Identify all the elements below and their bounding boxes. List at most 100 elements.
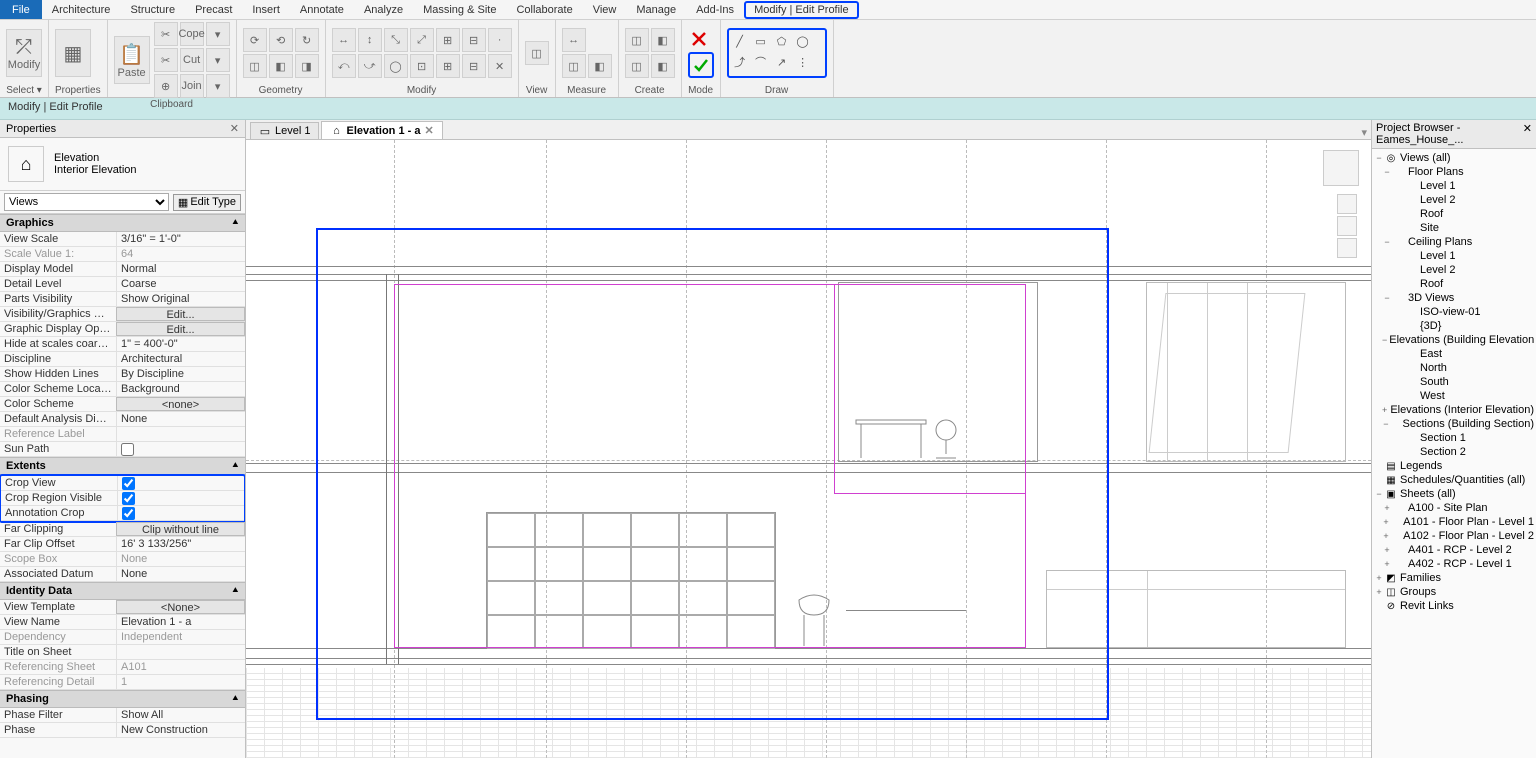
document-tab[interactable]: ⌂Elevation 1 - a✕ xyxy=(321,121,442,139)
ribbon-button[interactable]: ▾ xyxy=(206,22,230,46)
menu-tab[interactable]: Modify | Edit Profile xyxy=(744,1,859,19)
tree-item[interactable]: Section 2 xyxy=(1372,445,1536,459)
annotation-crop[interactable] xyxy=(316,228,1109,720)
property-value[interactable]: New Construction xyxy=(116,723,245,737)
tree-expander-icon[interactable]: − xyxy=(1382,419,1390,429)
ribbon-button[interactable]: ✂ xyxy=(154,48,178,72)
tree-item[interactable]: −◎Views (all) xyxy=(1372,151,1536,165)
tree-expander-icon[interactable]: + xyxy=(1382,559,1392,569)
property-row[interactable]: Referencing SheetA101 xyxy=(0,660,245,675)
tree-expander-icon[interactable]: − xyxy=(1374,489,1384,499)
property-value[interactable]: 16' 3 133/256" xyxy=(116,537,245,551)
property-row[interactable]: Crop Region Visible xyxy=(1,491,244,506)
menu-tab[interactable]: Structure xyxy=(120,1,185,19)
tree-item[interactable]: +◫Groups xyxy=(1372,585,1536,599)
ribbon-button[interactable]: ⟲ xyxy=(269,28,293,52)
steering-wheel-icon[interactable] xyxy=(1337,216,1357,236)
property-value[interactable] xyxy=(116,442,245,456)
property-value[interactable]: None xyxy=(116,552,245,566)
property-value[interactable]: By Discipline xyxy=(116,367,245,381)
property-value[interactable] xyxy=(116,427,245,441)
property-row[interactable]: Scale Value 1:64 xyxy=(0,247,245,262)
property-value[interactable]: None xyxy=(116,412,245,426)
property-value[interactable] xyxy=(116,645,245,659)
tree-item[interactable]: ⊘Revit Links xyxy=(1372,599,1536,613)
tree-item[interactable]: Roof xyxy=(1372,277,1536,291)
tree-item[interactable]: Roof xyxy=(1372,207,1536,221)
ribbon-button[interactable]: ◨ xyxy=(295,54,319,78)
property-value[interactable]: 3/16" = 1'-0" xyxy=(116,232,245,246)
property-row[interactable]: Title on Sheet xyxy=(0,645,245,660)
property-value[interactable]: Clip without line xyxy=(116,522,245,536)
tree-item[interactable]: −▣Sheets (all) xyxy=(1372,487,1536,501)
draw-tool-icon[interactable]: ⌒ xyxy=(752,53,770,71)
draw-tool-icon[interactable]: ↗ xyxy=(773,53,791,71)
property-value[interactable]: 1 xyxy=(116,675,245,689)
tree-item[interactable]: +A402 - RCP - Level 1 xyxy=(1372,557,1536,571)
property-row[interactable]: View Template<None> xyxy=(0,600,245,615)
ribbon-button[interactable]: ⤢ xyxy=(410,28,434,52)
tree-item[interactable]: Level 2 xyxy=(1372,263,1536,277)
property-row[interactable]: View NameElevation 1 - a xyxy=(0,615,245,630)
tree-item[interactable]: Level 1 xyxy=(1372,249,1536,263)
instance-dropdown[interactable]: Views xyxy=(4,193,169,211)
ribbon-button[interactable]: ↕ xyxy=(358,28,382,52)
document-tab[interactable]: ▭Level 1 xyxy=(250,122,319,139)
ribbon-button[interactable]: ⤺ xyxy=(332,54,356,78)
property-value[interactable]: <None> xyxy=(116,600,245,614)
ribbon-button[interactable]: ⊞ xyxy=(436,28,460,52)
property-value[interactable]: 1" = 400'-0" xyxy=(116,337,245,351)
tree-item[interactable]: Level 2 xyxy=(1372,193,1536,207)
file-menu[interactable]: File xyxy=(0,0,42,19)
ribbon-button[interactable]: 📋Paste xyxy=(114,36,150,84)
property-category[interactable]: Identity Data⯅ xyxy=(0,582,245,600)
tree-item[interactable]: East xyxy=(1372,347,1536,361)
cancel-edit-button[interactable] xyxy=(688,28,710,50)
home-icon[interactable] xyxy=(1337,194,1357,214)
tree-expander-icon[interactable]: + xyxy=(1374,587,1384,597)
property-value[interactable]: 64 xyxy=(116,247,245,261)
property-row[interactable]: Sun Path xyxy=(0,442,245,457)
tree-item[interactable]: North xyxy=(1372,361,1536,375)
tree-item[interactable]: Site xyxy=(1372,221,1536,235)
property-value[interactable]: None xyxy=(116,567,245,581)
tree-item[interactable]: +A100 - Site Plan xyxy=(1372,501,1536,515)
property-row[interactable]: DisciplineArchitectural xyxy=(0,352,245,367)
property-row[interactable]: Color Scheme LocationBackground xyxy=(0,382,245,397)
property-row[interactable]: Show Hidden LinesBy Discipline xyxy=(0,367,245,382)
property-row[interactable]: View Scale3/16" = 1'-0" xyxy=(0,232,245,247)
draw-tool-icon[interactable]: ◯ xyxy=(794,32,812,50)
property-row[interactable]: Default Analysis Display ...None xyxy=(0,412,245,427)
property-category[interactable]: Extents⯅ xyxy=(0,457,245,475)
tree-expander-icon[interactable]: − xyxy=(1382,167,1392,177)
tree-item[interactable]: Level 1 xyxy=(1372,179,1536,193)
ribbon-button[interactable]: ◫ xyxy=(625,28,649,52)
menu-tab[interactable]: Manage xyxy=(626,1,686,19)
menu-tab[interactable]: Insert xyxy=(242,1,290,19)
tree-item[interactable]: South xyxy=(1372,375,1536,389)
ribbon-button[interactable]: ◫ xyxy=(625,54,649,78)
tree-item[interactable]: −Ceiling Plans xyxy=(1372,235,1536,249)
draw-tool-icon[interactable]: ⋮ xyxy=(794,53,812,71)
tree-item[interactable]: +Elevations (Interior Elevation) xyxy=(1372,403,1536,417)
tab-overflow-icon[interactable]: ▾ xyxy=(1361,126,1367,139)
property-row[interactable]: Associated DatumNone xyxy=(0,567,245,582)
ribbon-button[interactable]: ⊟ xyxy=(462,54,486,78)
property-value[interactable]: Architectural xyxy=(116,352,245,366)
property-row[interactable]: Reference Label xyxy=(0,427,245,442)
property-value[interactable]: Independent xyxy=(116,630,245,644)
property-row[interactable]: Visibility/Graphics Overr...Edit... xyxy=(0,307,245,322)
property-row[interactable]: Detail LevelCoarse xyxy=(0,277,245,292)
ribbon-button[interactable]: Cope xyxy=(180,22,204,46)
tree-item[interactable]: West xyxy=(1372,389,1536,403)
ribbon-button[interactable]: ↻ xyxy=(295,28,319,52)
tree-item[interactable]: ISO-view-01 xyxy=(1372,305,1536,319)
ribbon-button[interactable]: ◧ xyxy=(269,54,293,78)
property-row[interactable]: Display ModelNormal xyxy=(0,262,245,277)
drawing-canvas[interactable] xyxy=(246,140,1371,758)
ribbon-button[interactable]: ↔ xyxy=(332,28,356,52)
menu-tab[interactable]: Collaborate xyxy=(506,1,582,19)
close-tab-icon[interactable]: ✕ xyxy=(424,124,433,137)
close-icon[interactable]: ✕ xyxy=(230,122,239,135)
tree-item[interactable]: +◩Families xyxy=(1372,571,1536,585)
